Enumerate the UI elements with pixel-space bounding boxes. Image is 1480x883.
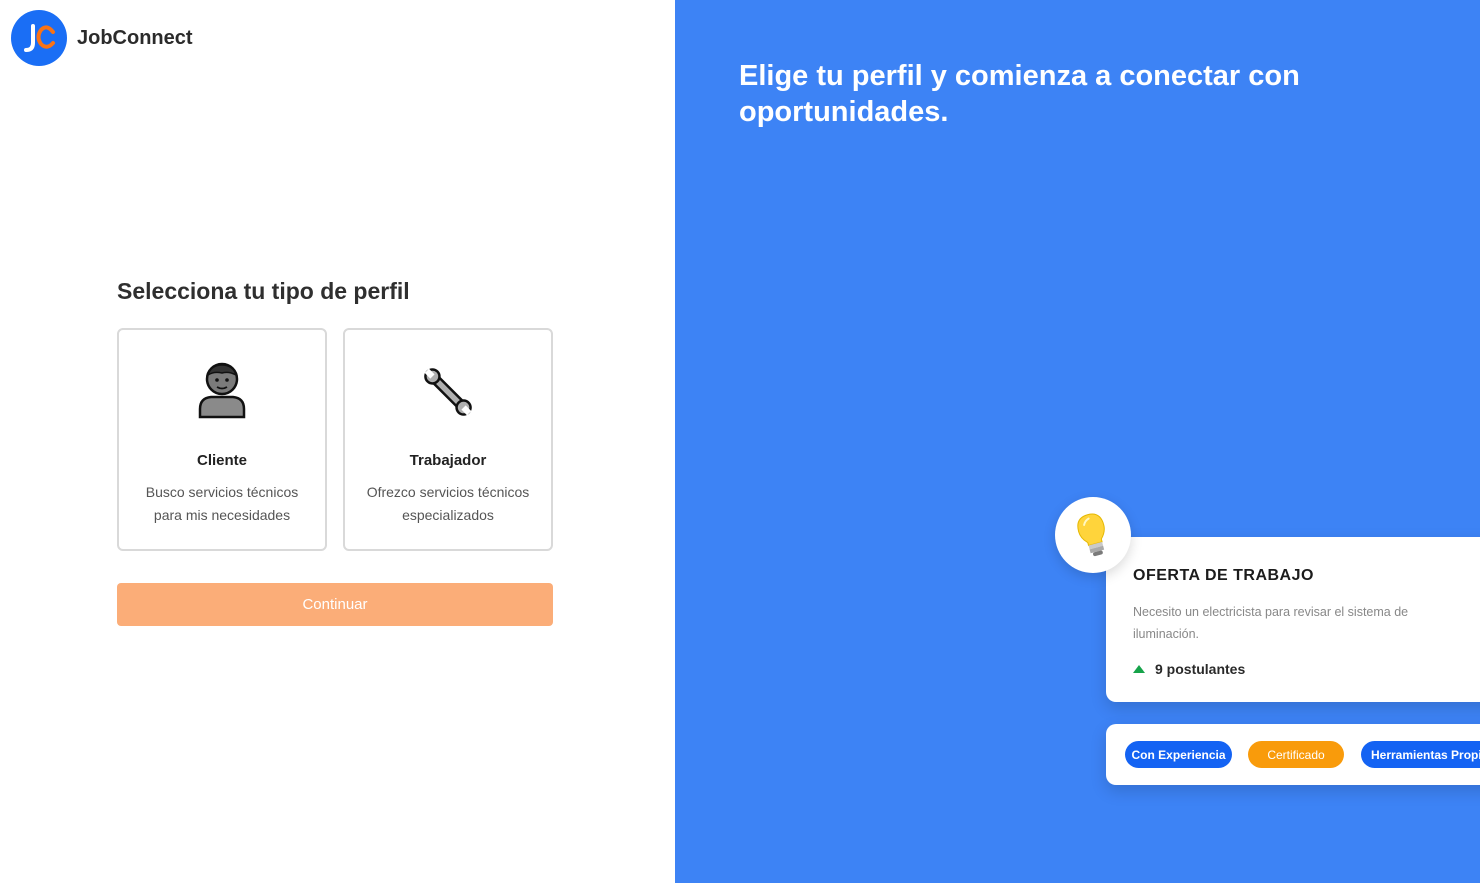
- offer-description: Necesito un electricista para revisar el…: [1133, 605, 1409, 641]
- tag-con-experiencia: Con Experiencia: [1125, 741, 1232, 768]
- tag-herramientas-propias: Herramientas Propias: [1361, 741, 1480, 768]
- tag-certificado: Certificado: [1248, 741, 1344, 768]
- job-offer-card: OFERTA DE TRABAJO Necesito un electricis…: [1106, 537, 1480, 702]
- brand-name: JobConnect: [77, 26, 193, 49]
- lightbulb-icon: [1077, 513, 1105, 557]
- trend-up-icon: [1133, 665, 1145, 673]
- continue-button[interactable]: Continuar: [117, 583, 553, 626]
- lightbulb-badge: [1055, 497, 1131, 573]
- profile-card-trabajador[interactable]: Trabajador Ofrezco servicios técnicos es…: [343, 328, 553, 551]
- profile-selection-title: Selecciona tu tipo de perfil: [117, 278, 410, 304]
- applicants-stat: 9 postulantes: [1133, 661, 1245, 677]
- card-title: Cliente: [196, 452, 247, 469]
- tags-card: Con Experiencia Certificado Herramientas…: [1106, 724, 1480, 785]
- offer-title: OFERTA DE TRABAJO: [1133, 567, 1314, 584]
- page: JobConnect Selecciona tu tipo de perfil …: [0, 0, 1480, 883]
- brand-header[interactable]: JobConnect: [11, 10, 193, 66]
- wrench-icon: [345, 362, 551, 422]
- hero-panel: Elige tu perfil y comienza a conectar co…: [675, 0, 1480, 883]
- left-panel: JobConnect Selecciona tu tipo de perfil …: [0, 0, 675, 883]
- card-description: Busco servicios técnicos para mis necesi…: [145, 484, 299, 523]
- applicants-count: 9 postulantes: [1155, 661, 1246, 677]
- person-icon: [119, 362, 325, 422]
- card-description: Ofrezco servicios técnicos especializado…: [366, 484, 530, 523]
- profile-card-cliente[interactable]: Cliente Busco servicios técnicos para mi…: [117, 328, 327, 551]
- hero-headline: Elige tu perfil y comienza a conectar co…: [739, 60, 1300, 128]
- logo-icon: [11, 10, 67, 66]
- card-title: Trabajador: [409, 452, 487, 469]
